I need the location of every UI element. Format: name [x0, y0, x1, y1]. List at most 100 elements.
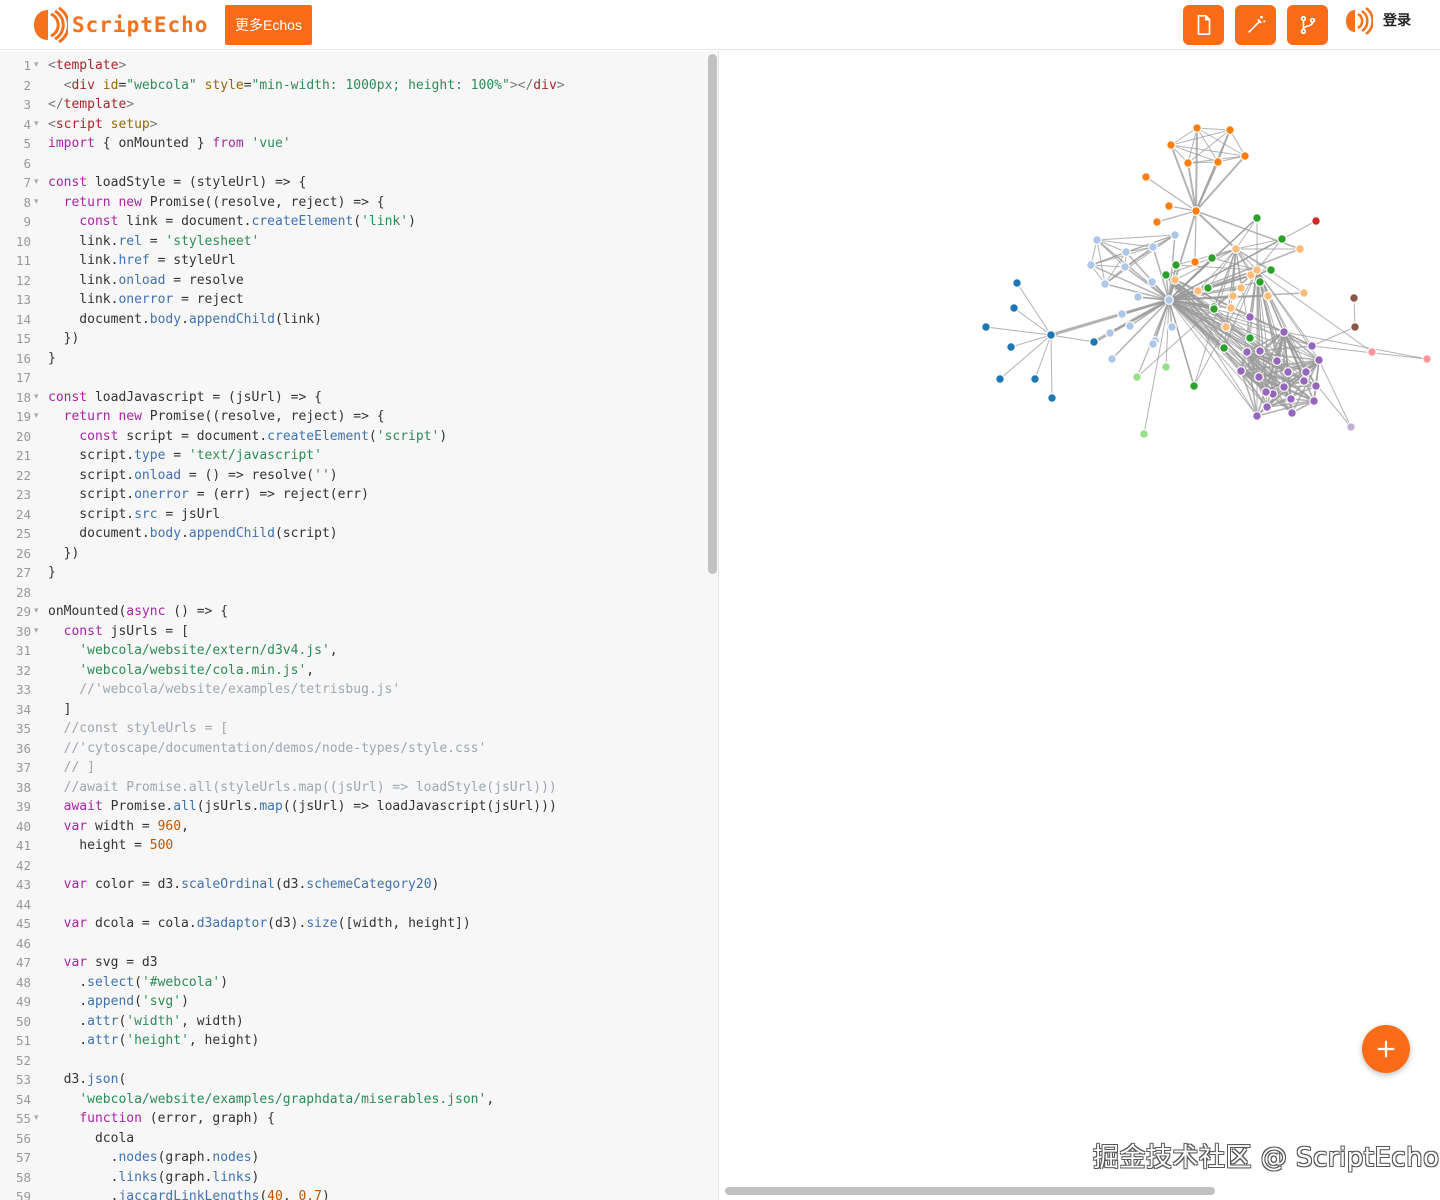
code-line[interactable]: dcola [48, 1129, 134, 1149]
code-line[interactable]: link.onerror = reject [48, 290, 243, 310]
graph-node[interactable] [1164, 201, 1174, 211]
code-line[interactable]: var dcola = cola.d3adaptor(d3).size([wid… [48, 914, 471, 934]
code-line[interactable]: //'webcola/website/examples/tetrisbug.js… [48, 680, 400, 700]
graph-node[interactable] [1117, 309, 1127, 319]
graph-node[interactable] [1279, 327, 1289, 337]
fold-toggle-icon[interactable]: ▾ [34, 602, 39, 622]
code-line[interactable]: var svg = d3 [48, 953, 158, 973]
code-line[interactable]: .nodes(graph.nodes) [48, 1148, 260, 1168]
code-line[interactable]: link.rel = 'stylesheet' [48, 232, 259, 252]
graph-node[interactable] [1350, 322, 1360, 332]
graph-node[interactable] [1236, 366, 1246, 376]
graph-node[interactable] [1367, 347, 1377, 357]
graph-node[interactable] [1139, 429, 1149, 439]
fold-toggle-icon[interactable]: ▾ [34, 193, 39, 213]
graph-node[interactable] [1307, 341, 1317, 351]
code-line[interactable]: script.onload = () => resolve('') [48, 466, 337, 486]
graph-node[interactable] [1170, 275, 1180, 285]
code-line[interactable]: //'cytoscape/documentation/demos/node-ty… [48, 739, 487, 759]
magic-button[interactable] [1235, 5, 1276, 45]
new-file-button[interactable] [1183, 5, 1224, 45]
code-line[interactable]: var width = 960, [48, 817, 189, 837]
graph-node[interactable] [1299, 288, 1309, 298]
graph-node[interactable] [1252, 411, 1262, 421]
graph-node[interactable] [1170, 230, 1180, 240]
code-line[interactable]: //const styleUrls = [ [48, 719, 228, 739]
graph-node[interactable] [1299, 376, 1309, 386]
code-line[interactable]: </template> [48, 95, 134, 115]
graph-node[interactable] [1279, 382, 1289, 392]
graph-node[interactable] [1192, 123, 1202, 133]
graph-node[interactable] [1283, 367, 1293, 377]
user-echo-icon[interactable] [1343, 6, 1373, 36]
code-line[interactable]: return new Promise((resolve, reject) => … [48, 407, 385, 427]
code-line[interactable]: .select('#webcola') [48, 973, 228, 993]
graph-node[interactable] [1242, 347, 1252, 357]
code-line[interactable]: ] [48, 700, 72, 720]
graph-node[interactable] [1255, 346, 1265, 356]
code-line[interactable]: // ] [48, 758, 95, 778]
code-line[interactable]: }) [48, 544, 80, 564]
code-line[interactable]: script.onerror = (err) => reject(err) [48, 485, 369, 505]
graph-node[interactable] [1193, 286, 1203, 296]
graph-node[interactable] [1219, 343, 1229, 353]
graph-node[interactable] [1231, 244, 1241, 254]
code-line[interactable]: return new Promise((resolve, reject) => … [48, 193, 385, 213]
code-line[interactable]: link.onload = resolve [48, 271, 243, 291]
code-line[interactable]: } [48, 349, 56, 369]
graph-node[interactable] [1046, 330, 1056, 340]
code-line[interactable]: link.href = styleUrl [48, 251, 236, 271]
code-line[interactable]: const loadStyle = (styleUrl) => { [48, 173, 306, 193]
code-line[interactable]: //await Promise.all(styleUrls.map((jsUrl… [48, 778, 557, 798]
code-line[interactable]: d3.json( [48, 1070, 127, 1090]
graph-node[interactable] [1203, 283, 1213, 293]
graph-node[interactable] [1349, 293, 1359, 303]
code-editor[interactable]: 1 ▾ 2 3 4 ▾ 5 6 7 ▾ 8 ▾ 9 10 11 12 13 14 15 16 17 18 ▾ 19 ▾ 20 21 2… [0, 51, 719, 1200]
code-line[interactable]: <template> [48, 56, 126, 76]
code-line[interactable]: height = 500 [48, 836, 173, 856]
code-line[interactable]: .attr('height', height) [48, 1031, 259, 1051]
code-line[interactable]: .links(graph.links) [48, 1168, 260, 1188]
fork-button[interactable] [1287, 5, 1328, 45]
code-line[interactable]: script.src = jsUrl [48, 505, 220, 525]
graph-node[interactable] [1148, 339, 1158, 349]
code-line[interactable]: script.type = 'text/javascript' [48, 446, 322, 466]
fold-toggle-icon[interactable]: ▾ [34, 388, 39, 408]
graph-node[interactable] [1189, 381, 1199, 391]
graph-node[interactable] [1161, 362, 1171, 372]
code-line[interactable]: await Promise.all(jsUrls.map((jsUrl) => … [48, 797, 557, 817]
fold-toggle-icon[interactable]: ▾ [34, 622, 39, 642]
graph-node[interactable] [1207, 253, 1217, 263]
graph-node[interactable] [1311, 216, 1321, 226]
graph-node[interactable] [1152, 217, 1162, 227]
graph-node[interactable] [1262, 402, 1272, 412]
graph-node[interactable] [1346, 422, 1356, 432]
graph-node[interactable] [1221, 322, 1231, 332]
graph-node[interactable] [1245, 312, 1255, 322]
fold-toggle-icon[interactable]: ▾ [34, 173, 39, 193]
graph-node[interactable] [1164, 295, 1174, 305]
graph-node[interactable] [1105, 328, 1115, 338]
graph-node[interactable] [1225, 125, 1235, 135]
graph-node[interactable] [1277, 234, 1287, 244]
code-line[interactable]: }) [48, 329, 80, 349]
code-line[interactable]: .append('svg') [48, 992, 189, 1012]
logo[interactable]: ScriptEcho [28, 6, 208, 44]
graph-node[interactable] [981, 322, 991, 332]
code-line[interactable]: const jsUrls = [ [48, 622, 189, 642]
graph-node[interactable] [1311, 381, 1321, 391]
code-line[interactable]: onMounted(async () => { [48, 602, 228, 622]
code-line[interactable]: 'webcola/website/examples/graphdata/mise… [48, 1090, 494, 1110]
graph-node[interactable] [1255, 277, 1265, 287]
graph-node[interactable] [1089, 337, 1099, 347]
graph-node[interactable] [1263, 291, 1273, 301]
graph-node[interactable] [1422, 354, 1432, 364]
graph-node[interactable] [1236, 283, 1246, 293]
graph-node[interactable] [1240, 151, 1250, 161]
graph-node[interactable] [1286, 394, 1296, 404]
code-line[interactable]: const link = document.createElement('lin… [48, 212, 416, 232]
add-button[interactable] [1362, 1025, 1410, 1073]
code-line[interactable]: 'webcola/website/cola.min.js', [48, 661, 314, 681]
graph-node[interactable] [1125, 321, 1135, 331]
code-line[interactable]: var color = d3.scaleOrdinal(d3.schemeCat… [48, 875, 440, 895]
